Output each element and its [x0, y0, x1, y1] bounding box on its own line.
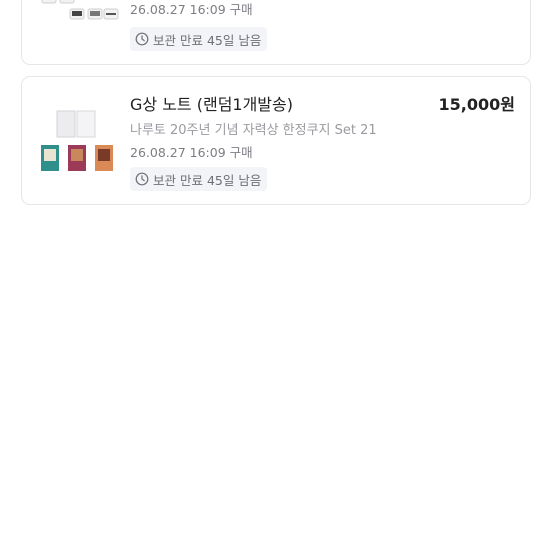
purchase-date: 26.08.27 16:09 구매: [130, 145, 253, 160]
clock-icon: [135, 32, 149, 46]
storage-expiry-badge: 보관 만료 45일 남음: [130, 167, 268, 191]
product-thumbnail-mugs: [40, 0, 120, 31]
product-thumbnail-notes: [39, 107, 119, 177]
storage-expiry-text: 보관 만료 45일 남음: [153, 32, 262, 48]
storage-expiry-badge: 보관 만료 45일 남음: [130, 27, 268, 51]
product-subtitle: 나루토 20주년 기념 자력상 한정쿠지 Set 21: [130, 123, 377, 138]
storage-expiry-text: 보관 만료 45일 남음: [153, 172, 262, 188]
product-price: 15,000원: [438, 95, 515, 114]
product-title: G상 노트 (랜덤1개발송): [130, 95, 293, 114]
order-card-1[interactable]: 26.08.27 16:09 구매 보관 만료 45일 남음: [21, 0, 531, 65]
clock-icon: [135, 172, 149, 186]
mugs-image: [41, 0, 119, 20]
purchase-date: 26.08.27 16:09 구매: [130, 2, 253, 17]
order-card-2[interactable]: G상 노트 (랜덤1개발송) 15,000원 나루토 20주년 기념 자력상 한…: [21, 76, 531, 205]
notebooks-image: [41, 110, 113, 171]
